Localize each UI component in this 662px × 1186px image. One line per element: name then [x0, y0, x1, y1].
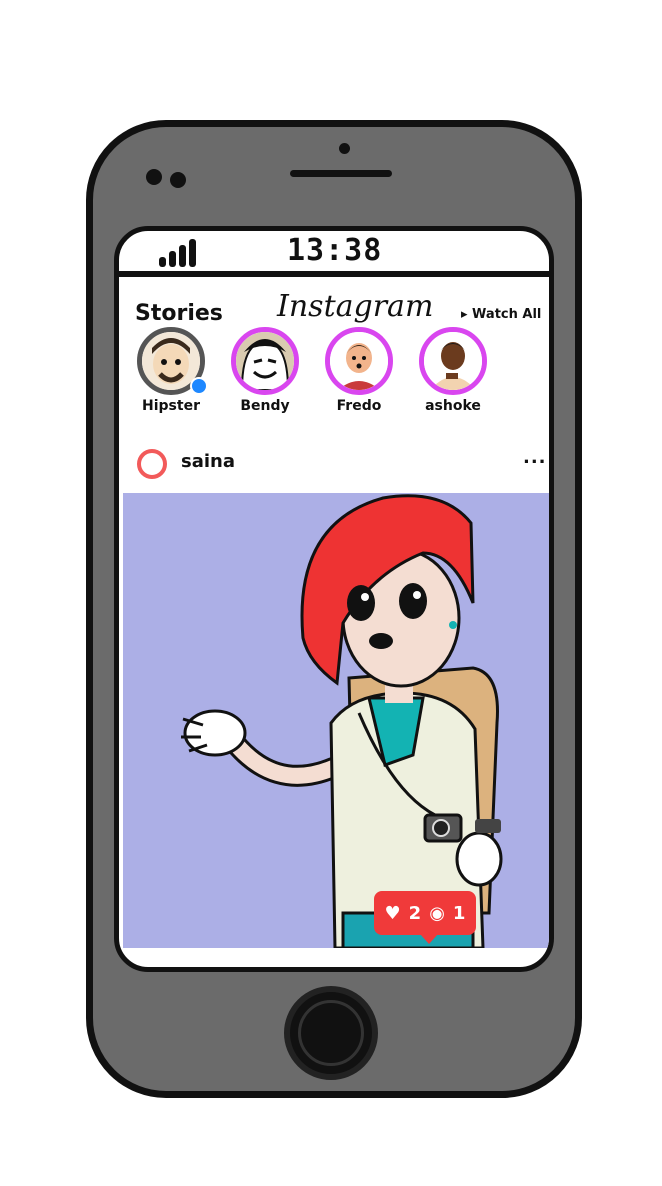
- story-name: Fredo: [336, 398, 382, 414]
- story-name: Bendy: [240, 398, 290, 414]
- post-avatar[interactable]: [137, 449, 167, 479]
- story-avatar-bendy: [231, 327, 299, 395]
- status-time: 13:38: [287, 233, 383, 268]
- comments-count: 1: [452, 902, 466, 924]
- post-username[interactable]: saina: [181, 451, 235, 472]
- story-bendy[interactable]: Bendy: [227, 327, 303, 414]
- more-options-icon[interactable]: ...: [523, 447, 547, 468]
- story-avatar-fredo: [325, 327, 393, 395]
- home-button-icon[interactable]: [284, 986, 378, 1080]
- avatar: [330, 332, 388, 390]
- signal-icon: [159, 239, 199, 267]
- stories-label: Stories: [135, 301, 223, 326]
- story-fredo[interactable]: Fredo: [321, 327, 397, 414]
- status-bar: 13:38: [119, 231, 549, 271]
- story-name: ashoke: [425, 398, 481, 414]
- app-logo: Instagram: [277, 289, 434, 324]
- avatar: [424, 332, 482, 390]
- sensor-dot: [339, 143, 350, 154]
- post-image[interactable]: [123, 493, 549, 950]
- comment-icon: ◉: [429, 902, 445, 924]
- story-avatar-ashoke: [419, 327, 487, 395]
- speaker-grille: [290, 170, 392, 177]
- camera-icon: [146, 169, 162, 185]
- phone-screen: 13:38 Stories Instagram ▸ Watch All Hips…: [114, 226, 554, 972]
- camera-lens-icon: [170, 172, 186, 188]
- activity-notification[interactable]: ♥ 2 ◉ 1: [374, 891, 476, 944]
- story-seen-dot: [190, 377, 208, 395]
- story-hipster[interactable]: Hipster: [133, 327, 209, 414]
- likes-count: 2: [408, 902, 422, 924]
- heart-icon: ♥: [384, 902, 401, 924]
- status-divider: [119, 271, 549, 277]
- post-illustration: [181, 494, 503, 950]
- story-ashoke[interactable]: ashoke: [415, 327, 491, 414]
- watch-all-link[interactable]: ▸ Watch All: [461, 307, 541, 322]
- story-name: Hipster: [142, 398, 200, 414]
- avatar: [236, 332, 294, 390]
